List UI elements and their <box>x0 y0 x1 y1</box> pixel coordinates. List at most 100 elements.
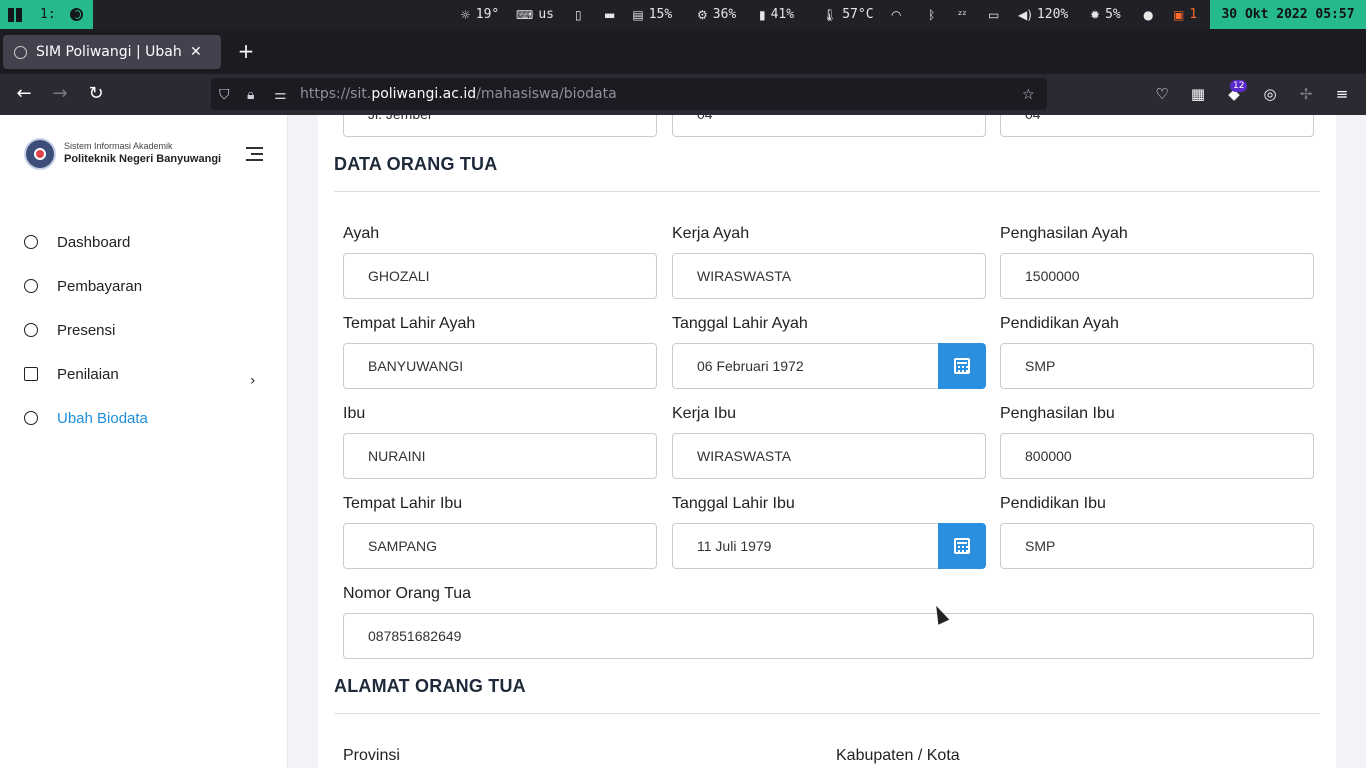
volume-value: 120% <box>1036 7 1069 22</box>
home-icon <box>24 235 38 249</box>
nomor-orang-tua-field[interactable]: 087851682649 <box>343 613 1314 659</box>
alert-icon: ▣ <box>1173 7 1185 22</box>
menu-icon[interactable]: ≡ <box>1332 84 1352 104</box>
battery-value: 41% <box>770 7 795 22</box>
sidebar-item-label: Penilaian <box>57 365 119 383</box>
book-icon <box>24 367 38 381</box>
penghasilan-ibu-label: Penghasilan Ibu <box>1000 405 1115 422</box>
sidebar-item-penilaian[interactable]: Penilaian <box>24 362 119 386</box>
extensions-puzzle-icon[interactable]: ✢ <box>1296 84 1316 104</box>
browser-tab-bar: SIM Poliwangi | Ubah Biodata ✕ + <box>0 29 1366 74</box>
ayah-field[interactable]: GHOZALI <box>343 253 657 299</box>
tanggal-lahir-ibu-field[interactable]: 11 Juli 1979 <box>672 523 940 569</box>
ayah-label: Ayah <box>343 225 380 242</box>
sidebar-item-label: Dashboard <box>57 233 131 251</box>
kerja-ibu-field[interactable]: WIRASWASTA <box>672 433 986 479</box>
sidebar-item-pembayaran[interactable]: Pembayaran <box>24 274 142 298</box>
extension-badge: 12 <box>1230 80 1248 92</box>
penghasilan-ibu-field[interactable]: 800000 <box>1000 433 1314 479</box>
brightness-value: 5% <box>1105 7 1121 22</box>
sidebar-item-dashboard[interactable]: Dashboard <box>24 230 130 254</box>
temperature-value: 57°C <box>842 7 874 22</box>
battery-icon: ▮ <box>759 7 766 22</box>
wifi-icon: ◠ <box>891 7 902 22</box>
tanggal-lahir-ayah-field[interactable]: 06 Februari 1972 <box>672 343 940 389</box>
network-status[interactable]: ◠ <box>891 0 901 29</box>
pocket-icon[interactable]: ♡ <box>1152 84 1172 104</box>
pendidikan-ibu-field[interactable]: SMP <box>1000 523 1314 569</box>
battery-status: ▮ 41% <box>759 0 794 29</box>
keyboard-layout: us <box>538 7 554 22</box>
tempat-lahir-ibu-field[interactable]: SAMPANG <box>343 523 657 569</box>
section-divider <box>334 713 1320 714</box>
workspace-number: 1: <box>40 7 56 22</box>
calendar-extension-icon[interactable]: ▦ <box>1188 84 1208 104</box>
provinsi-label: Provinsi <box>343 747 400 764</box>
kerja-ibu-label: Kerja Ibu <box>672 405 737 422</box>
pendidikan-ayah-field[interactable]: SMP <box>1000 343 1314 389</box>
clock-icon <box>24 323 38 337</box>
permissions-icon[interactable]: ⚌ <box>274 84 287 106</box>
memory-icon: ▤ <box>632 7 644 22</box>
workspace-indicator[interactable]: 1: <box>0 0 93 29</box>
sidebar-item-presensi[interactable]: Presensi <box>24 318 115 342</box>
section-title-alamat-orang-tua: ALAMAT ORANG TUA <box>334 676 526 696</box>
kerja-ayah-field[interactable]: WIRASWASTA <box>672 253 986 299</box>
keyboard-icon: ⌨ <box>516 7 534 22</box>
kerja-ayah-label: Kerja Ayah <box>672 225 750 242</box>
brand-title: Politeknik Negeri Banyuwangi <box>64 153 222 165</box>
mem-status: ▬ ▤ 15% <box>604 0 672 29</box>
sidebar-toggle-icon[interactable] <box>246 147 263 161</box>
temperature-status: 🌡︎ 57°C <box>822 0 874 29</box>
brightness-status[interactable]: ✹ 5% <box>1090 0 1121 29</box>
penghasilan-ayah-field[interactable]: 1500000 <box>1000 253 1314 299</box>
notification-status[interactable]: ▭ <box>988 0 999 29</box>
sidebar-item-label: Presensi <box>57 321 116 339</box>
tab-title: SIM Poliwangi | Ubah Biodata <box>36 44 184 60</box>
kabupaten-kota-label: Kabupaten / Kota <box>836 747 960 764</box>
warning-status[interactable]: ▣ 1 <box>1173 0 1197 29</box>
url-prefix: https://sit. <box>300 86 372 102</box>
keyboard-status: ⌨ us <box>516 0 554 29</box>
ibu-field[interactable]: NURAINI <box>343 433 657 479</box>
compass-icon[interactable]: ◎ <box>1260 84 1280 104</box>
bluetooth-icon: ᛒ <box>928 7 936 22</box>
tempat-lahir-ayah-label: Tempat Lahir Ayah <box>343 315 476 332</box>
window-manager-icon <box>8 7 22 22</box>
reload-button[interactable]: ↻ <box>84 82 108 106</box>
calendar-icon <box>954 538 970 554</box>
section-title-data-orang-tua: DATA ORANG TUA <box>334 154 498 174</box>
favicon-icon <box>14 45 27 59</box>
lock-icon[interactable]: 🔒︎ <box>247 84 254 106</box>
weather-value: 19° <box>475 7 500 22</box>
shield-icon[interactable]: ⛉ <box>219 84 230 106</box>
bluetooth-status[interactable]: ᛒ <box>928 0 935 29</box>
sidebar-item-label: Ubah Biodata <box>57 409 148 427</box>
chevron-right-icon[interactable]: › <box>250 373 256 389</box>
memory-value: 15% <box>648 7 673 22</box>
cpu-value: 36% <box>712 7 737 22</box>
tanggal-lahir-ibu-picker-button[interactable] <box>938 523 986 569</box>
sidebar <box>0 115 288 768</box>
bookmark-star-icon[interactable]: ☆ <box>1022 84 1035 106</box>
bed-icon: ▬ <box>604 7 616 22</box>
browser-tab[interactable]: SIM Poliwangi | Ubah Biodata ✕ <box>3 35 221 69</box>
system-status-bar: 1: ☼ 19° ⌨ us ▯ ▬ ▤ 15% ⚙ 36% ▮ 41% 🌡︎ 5… <box>0 0 1366 29</box>
message-icon: ▭ <box>988 7 1000 22</box>
url-text[interactable]: https://sit.poliwangi.ac.id/mahasiswa/bi… <box>300 78 617 110</box>
back-button[interactable]: ← <box>12 82 36 106</box>
cpu-status: ⚙ 36% <box>697 0 736 29</box>
close-tab-icon[interactable]: ✕ <box>190 44 202 60</box>
weather-status: ☼ 19° <box>460 0 499 29</box>
light-status: ● <box>1143 0 1153 29</box>
tempat-lahir-ibu-label: Tempat Lahir Ibu <box>343 495 463 512</box>
new-tab-button[interactable]: + <box>236 39 256 63</box>
tempat-lahir-ayah-field[interactable]: BANYUWANGI <box>343 343 657 389</box>
section-divider <box>334 191 1320 192</box>
ibu-label: Ibu <box>343 405 366 422</box>
forward-button[interactable]: → <box>48 82 72 106</box>
sidebar-item-ubah-biodata[interactable]: Ubah Biodata <box>24 406 148 430</box>
tanggal-lahir-ayah-picker-button[interactable] <box>938 343 986 389</box>
volume-status[interactable]: ◀) 120% <box>1018 0 1068 29</box>
clipboard-status: ▯ <box>575 0 582 29</box>
